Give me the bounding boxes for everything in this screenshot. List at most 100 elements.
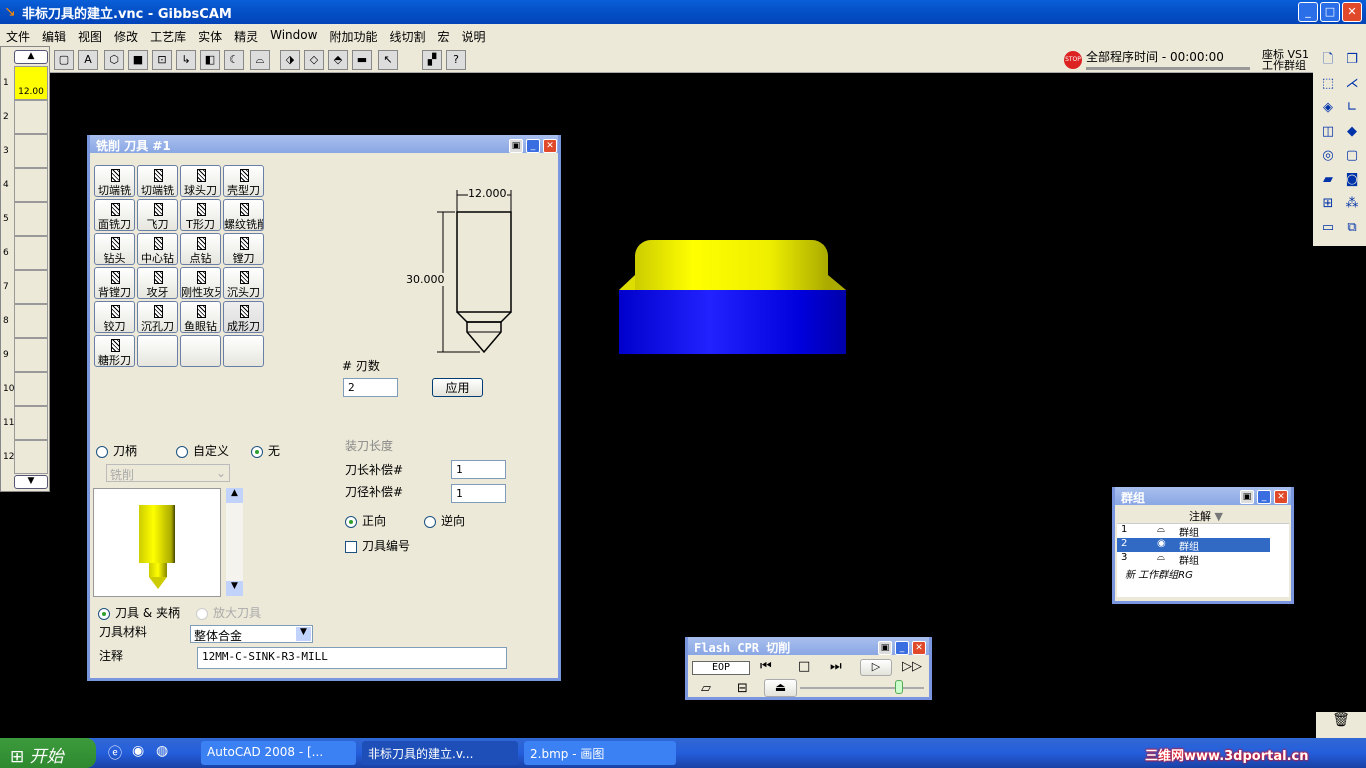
fast-forward-button[interactable]: ▷▷ xyxy=(902,659,922,674)
stop-button[interactable]: □ xyxy=(798,659,810,674)
process-slot[interactable] xyxy=(14,202,48,236)
new-document-icon[interactable]: 🗋 xyxy=(1318,50,1338,70)
close-button[interactable]: ✕ xyxy=(1342,2,1362,22)
holder-type-select[interactable]: 铣削 ⌄ xyxy=(106,464,230,482)
speed-slider-thumb[interactable] xyxy=(895,680,904,694)
pin-button[interactable]: ▣ xyxy=(509,139,523,153)
task-autocad[interactable]: AutoCAD 2008 - [... xyxy=(201,741,356,765)
length-comp-input[interactable]: 1 xyxy=(451,460,506,479)
group-row[interactable]: 3 ⌓ 群组 xyxy=(1117,552,1289,567)
outlook-icon[interactable]: ◉ xyxy=(132,743,144,759)
tool-type-button[interactable]: 切端铣 xyxy=(137,165,178,197)
menu-item[interactable]: 文件 xyxy=(6,28,30,44)
axes-multi-icon[interactable]: ⋌ xyxy=(1342,74,1362,94)
axis-icon[interactable]: ∟ xyxy=(1342,98,1362,118)
trash-icon[interactable]: 🗑 xyxy=(1316,712,1366,738)
holder-option-radio[interactable]: 刀柄 xyxy=(96,442,137,459)
pin-button[interactable]: ▣ xyxy=(878,641,892,655)
pin-button[interactable]: ▣ xyxy=(1240,490,1254,504)
circle-icon[interactable]: ☾ xyxy=(224,50,244,70)
wire-icon[interactable]: ◇ xyxy=(304,50,324,70)
shaded-cube-icon[interactable]: ■ xyxy=(128,50,148,70)
tool-type-button[interactable]: T形刀 xyxy=(180,199,221,231)
process-slot[interactable] xyxy=(14,406,48,440)
menu-item[interactable]: 修改 xyxy=(114,28,138,44)
select-box-icon[interactable]: ⊡ xyxy=(152,50,172,70)
color-icon[interactable]: ◧ xyxy=(200,50,220,70)
zoom-tool-radio[interactable]: 放大刀具 xyxy=(196,604,261,621)
process-slot[interactable] xyxy=(14,338,48,372)
task-paint[interactable]: 2.bmp - 画图 xyxy=(524,741,676,765)
part-icon[interactable]: ⏏ xyxy=(764,679,797,697)
flash-minimize-button[interactable]: _ xyxy=(895,641,909,655)
tool-type-button[interactable]: 中心钻 xyxy=(137,233,178,265)
eye-icon[interactable]: ⌓ xyxy=(1157,524,1165,535)
group-minimize-button[interactable]: _ xyxy=(1257,490,1271,504)
split-icon[interactable]: ▭ xyxy=(1318,218,1338,238)
process-slot[interactable] xyxy=(14,168,48,202)
cube-icon[interactable]: ▢ xyxy=(1342,146,1362,166)
solid-edit-icon[interactable]: ▰ xyxy=(1318,170,1338,190)
group-row[interactable]: 1 ⌓ 群组 xyxy=(1117,524,1289,539)
flash-close-button[interactable]: ✕ xyxy=(912,641,926,655)
contour-icon[interactable]: ◫ xyxy=(1318,122,1338,142)
tool-type-button[interactable]: 球头刀 xyxy=(180,165,221,197)
tool-number-checkbox[interactable]: 刀具编号 xyxy=(345,537,410,554)
process-slot[interactable]: 12.00 xyxy=(14,66,48,100)
process-slot[interactable] xyxy=(14,440,48,474)
group-row[interactable]: 2 ◉ 群组 xyxy=(1117,538,1270,553)
tool-type-button[interactable]: 切端铣 xyxy=(94,165,135,197)
menu-item[interactable]: 线切割 xyxy=(389,28,425,44)
scroll-up-button[interactable]: ▲ xyxy=(14,50,48,64)
tool-type-button[interactable]: 攻牙 xyxy=(137,267,178,299)
tool-type-button[interactable]: 沉头刀 xyxy=(223,267,264,299)
pointer-icon[interactable]: ↖ xyxy=(378,50,398,70)
tool-type-button[interactable]: 镗刀 xyxy=(223,233,264,265)
tool-type-button[interactable]: 点钻 xyxy=(180,233,221,265)
tool-type-button[interactable]: 背镗刀 xyxy=(94,267,135,299)
tool-type-button[interactable]: 刚性攻牙 xyxy=(180,267,221,299)
play-button[interactable]: ▷ xyxy=(860,659,892,676)
tool-type-button[interactable]: 面铣刀 xyxy=(94,199,135,231)
maximize-button[interactable]: □ xyxy=(1320,2,1340,22)
tool-type-button[interactable]: 糖形刀 xyxy=(94,335,135,367)
shape-toolbar-icon[interactable]: ▬ xyxy=(352,50,372,70)
mesh-icon[interactable]: ◆ xyxy=(1342,122,1362,142)
speed-slider[interactable] xyxy=(800,687,924,689)
eye-icon[interactable]: ◎ xyxy=(1318,146,1338,166)
menu-item[interactable]: 实体 xyxy=(198,28,222,44)
scroll-down-button[interactable]: ▼ xyxy=(14,475,48,489)
menu-item[interactable]: 说明 xyxy=(461,28,485,44)
process-slot[interactable] xyxy=(14,270,48,304)
surface-icon[interactable]: ⌓ xyxy=(250,50,270,70)
process-slot[interactable] xyxy=(14,304,48,338)
step-button[interactable]: ⏭ xyxy=(830,659,842,674)
windows-icon[interactable]: ❐ xyxy=(1342,50,1362,70)
scroll-down-icon[interactable]: ▼ xyxy=(226,581,243,596)
menu-item[interactable]: Window xyxy=(270,28,317,42)
new-workgroup[interactable]: 新 工作群组RG xyxy=(1117,566,1289,581)
menu-item[interactable]: 视图 xyxy=(78,28,102,44)
comment-input[interactable]: 12MM-C-SINK-R3-MILL xyxy=(197,647,507,669)
process-slot[interactable] xyxy=(14,236,48,270)
menu-item[interactable]: 编辑 xyxy=(42,28,66,44)
view-a-icon[interactable]: A xyxy=(78,50,98,70)
tool-icon[interactable]: ◈ xyxy=(1318,98,1338,118)
tool-type-button[interactable]: 螺纹铣削 xyxy=(223,199,264,231)
dialog-close-button[interactable]: ✕ xyxy=(543,139,557,153)
column-header[interactable]: 注解 ▼ xyxy=(1117,508,1289,524)
material-select[interactable]: 整体合金 ▼ xyxy=(190,625,313,643)
eye-icon[interactable]: ⌓ xyxy=(1157,552,1165,563)
dia-comp-input[interactable]: 1 xyxy=(451,484,506,503)
apply-button[interactable]: 应用 xyxy=(432,378,483,397)
scroll-up-icon[interactable]: ▲ xyxy=(226,488,243,503)
tool-type-button[interactable] xyxy=(180,335,221,367)
flutes-input[interactable]: 2 xyxy=(343,378,398,397)
tool-type-button[interactable]: 成形刀 xyxy=(223,301,264,333)
holder-option-radio[interactable]: 无 xyxy=(251,442,280,459)
dialog-minimize-button[interactable]: _ xyxy=(526,139,540,153)
menu-item[interactable]: 附加功能 xyxy=(329,28,377,44)
process-slot[interactable] xyxy=(14,100,48,134)
process-slot[interactable] xyxy=(14,134,48,168)
rod-icon[interactable]: ⬘ xyxy=(328,50,348,70)
